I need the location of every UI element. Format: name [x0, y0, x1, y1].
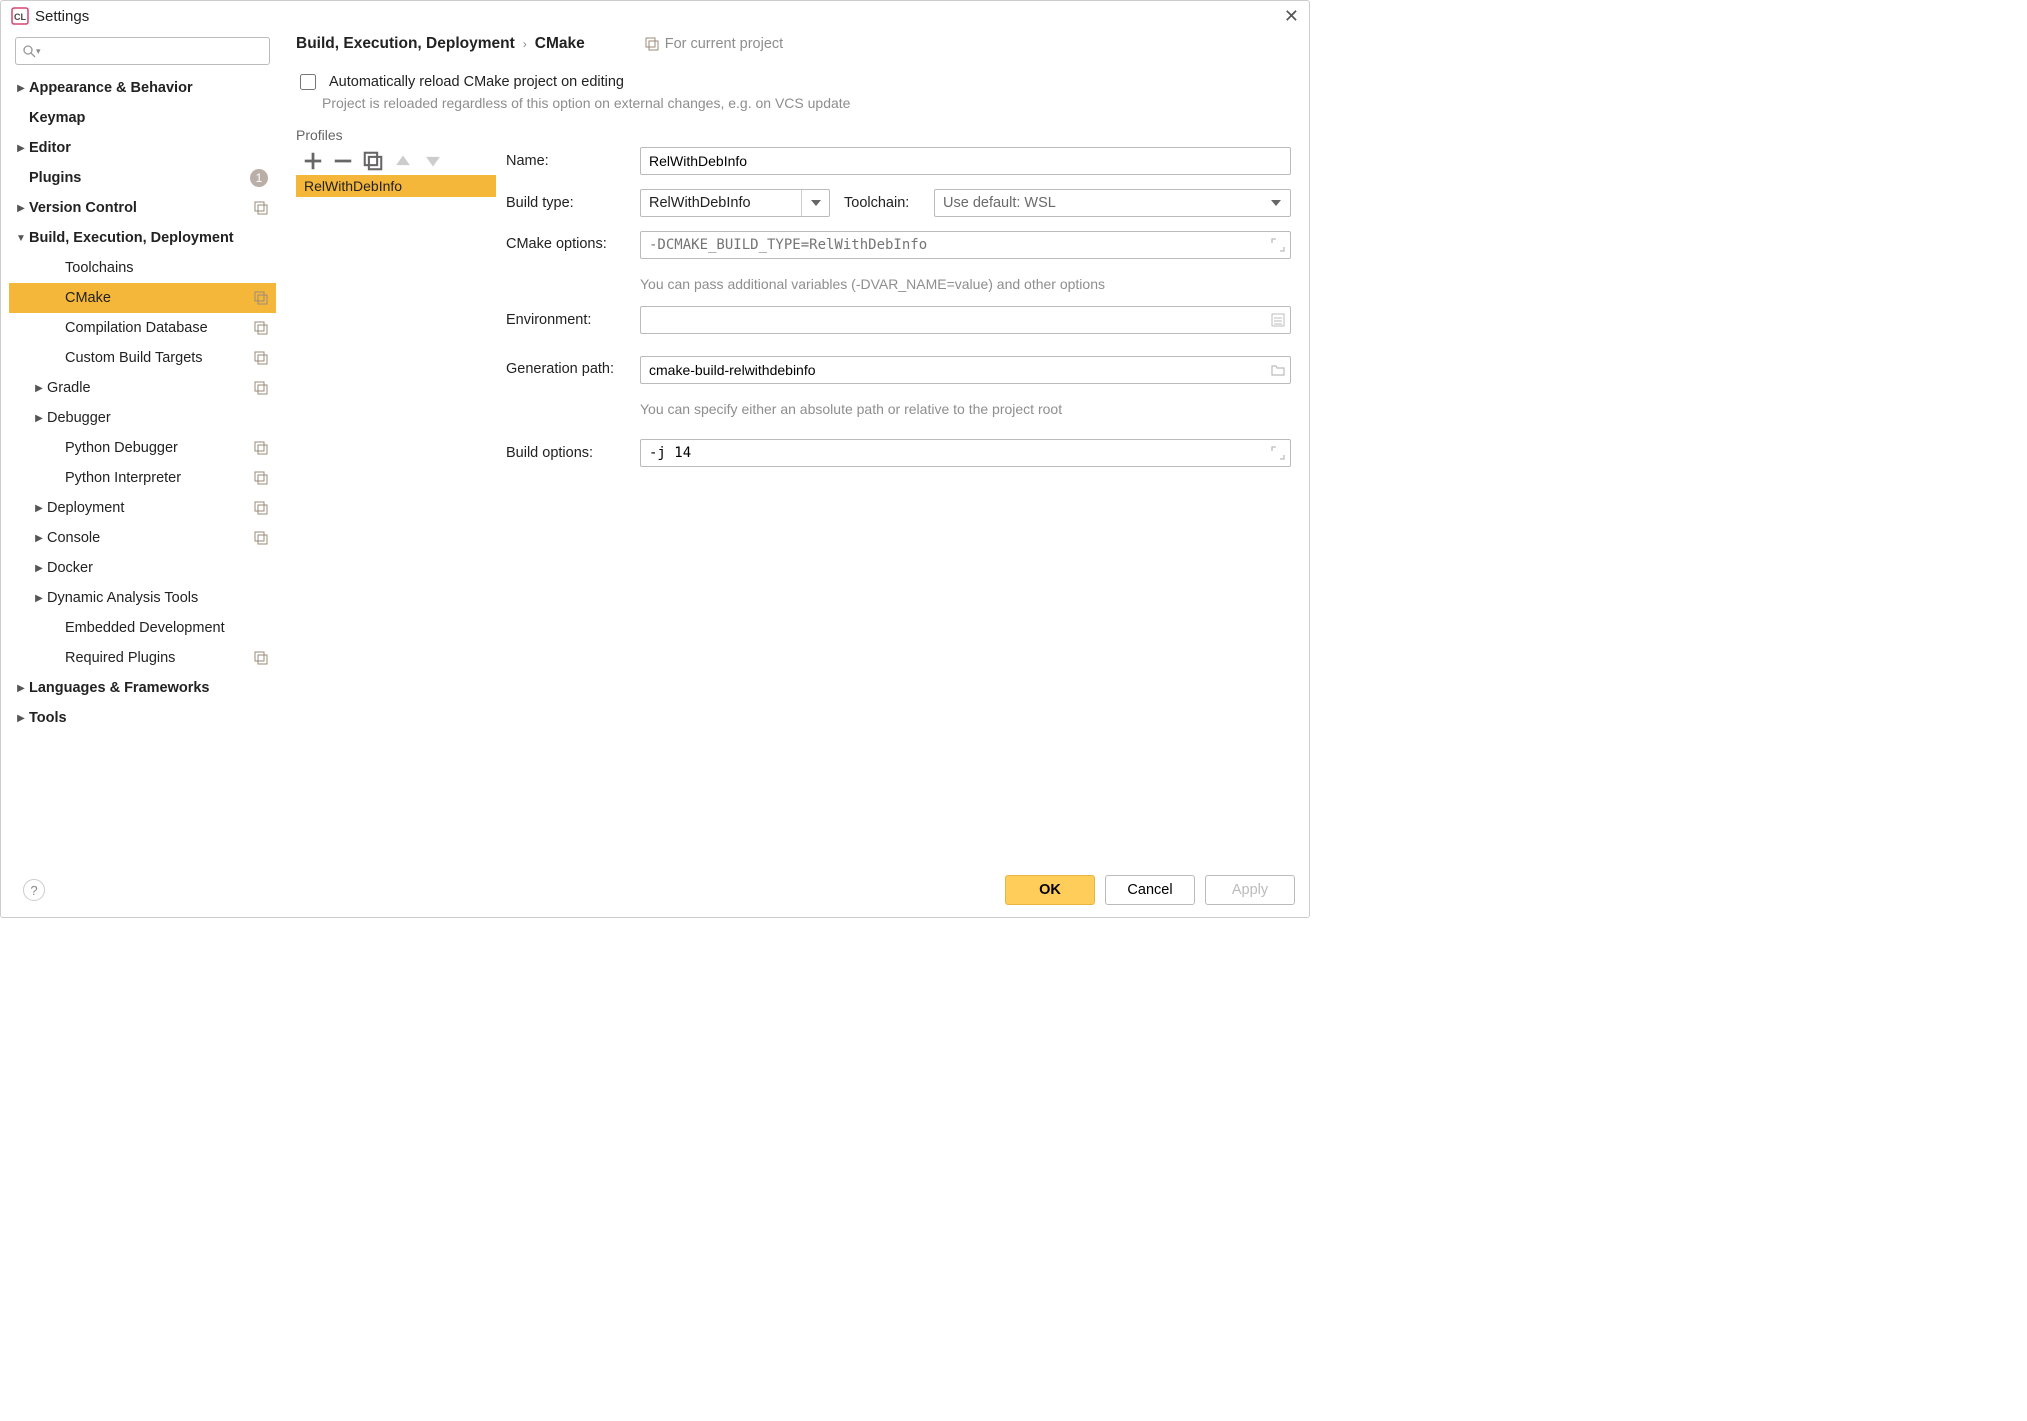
- breadcrumb-current: CMake: [535, 35, 585, 53]
- profile-toolbar: [296, 147, 496, 175]
- build-options-label: Build options:: [506, 445, 640, 461]
- nav-tree: ▶Appearance & Behavior ▶Keymap ▶Editor ▶…: [9, 73, 276, 733]
- auto-reload-hint: Project is reloaded regardless of this o…: [322, 95, 1291, 111]
- body: ▾ ▶Appearance & Behavior ▶Keymap ▶Editor…: [1, 29, 1309, 867]
- name-input[interactable]: [640, 147, 1291, 175]
- folder-icon[interactable]: [1271, 363, 1285, 377]
- search-icon: [22, 44, 36, 58]
- cmake-options-input[interactable]: [640, 231, 1291, 259]
- profile-list: RelWithDebInfo: [296, 147, 496, 867]
- sidebar: ▾ ▶Appearance & Behavior ▶Keymap ▶Editor…: [1, 29, 284, 867]
- close-button[interactable]: ✕: [1284, 7, 1299, 25]
- sidebar-item-plugins[interactable]: ▶Plugins1: [9, 163, 276, 193]
- scope-icon: [254, 441, 268, 455]
- footer: ? OK Cancel Apply: [1, 867, 1309, 917]
- profiles-label: Profiles: [296, 127, 1291, 143]
- sidebar-item-docker[interactable]: ▶Docker: [9, 553, 276, 583]
- list-icon[interactable]: [1271, 313, 1285, 327]
- scope-icon: [254, 291, 268, 305]
- cmake-options-hint: You can pass additional variables (-DVAR…: [640, 276, 1291, 292]
- sidebar-item-console[interactable]: ▶Console: [9, 523, 276, 553]
- auto-reload-checkbox-input[interactable]: [300, 74, 316, 90]
- settings-window: CL Settings ✕ ▾ ▶Appearance & Behavior ▶…: [0, 0, 1310, 918]
- sidebar-item-cmake[interactable]: ▶CMake: [9, 283, 276, 313]
- sidebar-item-custom-build-targets[interactable]: ▶Custom Build Targets: [9, 343, 276, 373]
- auto-reload-label: Automatically reload CMake project on ed…: [329, 74, 624, 90]
- sidebar-item-editor[interactable]: ▶Editor: [9, 133, 276, 163]
- scope-icon: [254, 201, 268, 215]
- generation-path-hint: You can specify either an absolute path …: [640, 401, 1291, 417]
- sidebar-item-keymap[interactable]: ▶Keymap: [9, 103, 276, 133]
- expand-icon[interactable]: [1271, 446, 1285, 460]
- environment-label: Environment:: [506, 312, 640, 328]
- expand-icon[interactable]: [1271, 238, 1285, 252]
- sidebar-item-build-execution-deployment[interactable]: ▼Build, Execution, Deployment: [9, 223, 276, 253]
- breadcrumb: Build, Execution, Deployment › CMake: [296, 35, 585, 53]
- profile-entry[interactable]: RelWithDebInfo: [296, 175, 496, 197]
- copy-profile-button[interactable]: [362, 151, 384, 171]
- sidebar-item-python-interpreter[interactable]: ▶Python Interpreter: [9, 463, 276, 493]
- scope-icon: [254, 651, 268, 665]
- scope-icon: [254, 471, 268, 485]
- build-type-label: Build type:: [506, 195, 640, 211]
- scope-icon: [254, 381, 268, 395]
- move-up-button: [392, 151, 414, 171]
- search-input[interactable]: ▾: [15, 37, 270, 65]
- sidebar-item-appearance-behavior[interactable]: ▶Appearance & Behavior: [9, 73, 276, 103]
- chevron-right-icon: ›: [523, 37, 527, 51]
- generation-path-label: Generation path:: [506, 356, 640, 377]
- remove-profile-button[interactable]: [332, 151, 354, 171]
- apply-button[interactable]: Apply: [1205, 875, 1295, 905]
- scope-icon: [254, 501, 268, 515]
- titlebar: CL Settings ✕: [1, 1, 1309, 29]
- toolchain-select[interactable]: Use default: WSL: [934, 189, 1291, 217]
- sidebar-item-embedded-development[interactable]: ▶Embedded Development: [9, 613, 276, 643]
- sidebar-item-version-control[interactable]: ▶Version Control: [9, 193, 276, 223]
- breadcrumb-parent[interactable]: Build, Execution, Deployment: [296, 35, 515, 53]
- scope-icon: [254, 351, 268, 365]
- sidebar-item-tools[interactable]: ▶Tools: [9, 703, 276, 733]
- scope-icon: [645, 37, 659, 51]
- move-down-button: [422, 151, 444, 171]
- scope-note: For current project: [645, 36, 783, 52]
- app-icon: CL: [11, 7, 29, 25]
- plugins-badge: 1: [250, 169, 268, 187]
- generation-path-input[interactable]: [640, 356, 1291, 384]
- toolchain-label: Toolchain:: [844, 195, 920, 211]
- sidebar-item-gradle[interactable]: ▶Gradle: [9, 373, 276, 403]
- search-field[interactable]: [41, 43, 263, 60]
- cancel-button[interactable]: Cancel: [1105, 875, 1195, 905]
- sidebar-item-required-plugins[interactable]: ▶Required Plugins: [9, 643, 276, 673]
- profile-form: Name: Build type: RelWithDebInfo T: [496, 147, 1291, 867]
- sidebar-item-languages-frameworks[interactable]: ▶Languages & Frameworks: [9, 673, 276, 703]
- scope-icon: [254, 321, 268, 335]
- chevron-down-icon: [801, 190, 829, 216]
- auto-reload-checkbox[interactable]: Automatically reload CMake project on ed…: [296, 71, 1291, 93]
- name-label: Name:: [506, 153, 640, 169]
- sidebar-item-compilation-database[interactable]: ▶Compilation Database: [9, 313, 276, 343]
- add-profile-button[interactable]: [302, 151, 324, 171]
- build-options-input[interactable]: [640, 439, 1291, 467]
- help-button[interactable]: ?: [23, 879, 45, 901]
- sidebar-item-dynamic-analysis-tools[interactable]: ▶Dynamic Analysis Tools: [9, 583, 276, 613]
- ok-button[interactable]: OK: [1005, 875, 1095, 905]
- build-type-select[interactable]: RelWithDebInfo: [640, 189, 830, 217]
- sidebar-item-python-debugger[interactable]: ▶Python Debugger: [9, 433, 276, 463]
- sidebar-item-deployment[interactable]: ▶Deployment: [9, 493, 276, 523]
- main-panel: Build, Execution, Deployment › CMake For…: [284, 29, 1309, 867]
- sidebar-item-toolchains[interactable]: ▶Toolchains: [9, 253, 276, 283]
- chevron-down-icon: [1262, 190, 1290, 216]
- environment-input[interactable]: [640, 306, 1291, 334]
- sidebar-item-debugger[interactable]: ▶Debugger: [9, 403, 276, 433]
- window-title: Settings: [35, 8, 89, 25]
- cmake-options-label: CMake options:: [506, 231, 640, 252]
- scope-icon: [254, 531, 268, 545]
- svg-text:CL: CL: [14, 12, 26, 22]
